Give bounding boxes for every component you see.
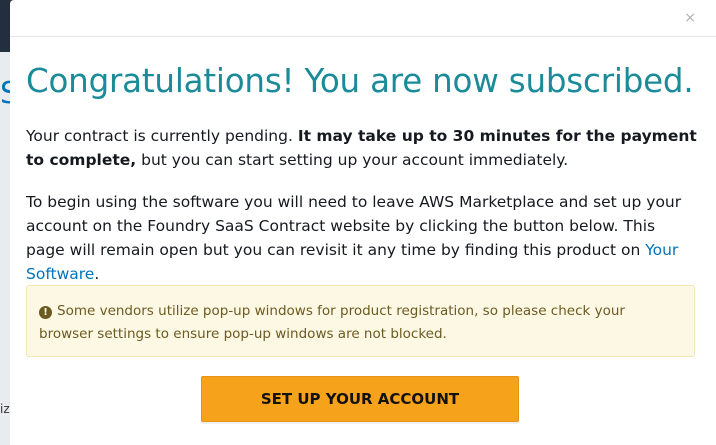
pending-contract-paragraph: Your contract is currently pending. It m…: [26, 124, 698, 172]
setup-immediately-text: but you can start setting up your accoun…: [136, 151, 569, 169]
background-top-nav: [0, 0, 10, 52]
modal-title: Congratulations! You are now subscribed.: [26, 62, 694, 100]
background-page-edge: [0, 0, 10, 445]
popup-warning-alert: ! Some vendors utilize pop-up windows for…: [26, 285, 695, 357]
close-icon[interactable]: ×: [684, 11, 696, 25]
background-text-fragment: iz: [0, 402, 10, 416]
set-up-account-button[interactable]: SET UP YOUR ACCOUNT: [201, 376, 519, 422]
modal-header: ×: [10, 0, 716, 37]
subscription-modal: × Congratulations! You are now subscribe…: [10, 0, 716, 445]
exclamation-circle-icon: !: [39, 306, 52, 319]
instructions-end: .: [94, 265, 100, 283]
pending-text: Your contract is currently pending.: [26, 127, 298, 145]
popup-warning-text: Some vendors utilize pop-up windows for …: [39, 303, 625, 342]
instructions-paragraph: To begin using the software you will nee…: [26, 190, 698, 286]
instructions-text: To begin using the software you will nee…: [26, 193, 682, 259]
